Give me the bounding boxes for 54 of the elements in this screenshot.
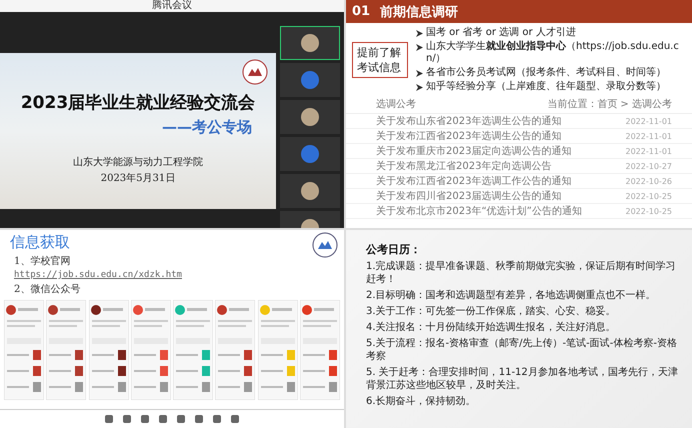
calendar-item: 5.关于流程：报名-资格审查（邮寄/先上传）-笔试-面试-体检考察-资格考察 [366, 337, 678, 363]
list-item-text: 2、微信公众号 [13, 283, 82, 296]
calendar-title: 公考日历： [366, 242, 422, 257]
bullet-text: 山东大学学生就业创业指导中心（https://job.sdu.edu.cn/） [426, 41, 680, 65]
notice-date: 2022-10-26 [626, 176, 672, 186]
notice-date: 2022-11-01 [626, 132, 672, 140]
notice-link[interactable]: 关于发布江西省2023年选调工作公告的通知 [376, 174, 572, 188]
bullet-text: 知乎等经验分享（上岸难度、往年题型、录取分数等） [426, 81, 666, 93]
list-item-text: 1、学校官网 [13, 254, 72, 268]
section-heading: 前期信息调研 [380, 4, 458, 20]
url-link[interactable]: https://job.sdu.edu.cn/xdzk.htm [0, 268, 344, 280]
school-emblem-icon [242, 58, 268, 84]
calendar-item: 6.长期奋斗，保持韧劲。 [366, 395, 477, 408]
notice-date: 2022-10-25 [626, 192, 672, 200]
notice-link[interactable]: 关于发布山东省2023年选调生公告的通知 [376, 114, 562, 128]
slide-date: 2023年5月31日 [100, 172, 176, 184]
avatar-circle [301, 145, 319, 163]
avatar-photo-placeholder [301, 182, 319, 200]
notice-date: 2022-11-01 [626, 116, 672, 126]
calendar-item: 5. 关于赶考：合理安排时间，11-12月参加各地考试，国考先行，天津背景江苏这些地区较早，及时关注。 [366, 366, 679, 392]
avatar-circle [301, 71, 319, 89]
calendar-item: 2.目标明确：国考和选调题型有差异，各地选调侧重点也不一样。 [366, 289, 657, 302]
slide-heading: 信息获取 [10, 233, 70, 252]
calendar-item: 1.完成课题：提早准备课题、秋季前期做完实验，保证后期有时间学习赶考！ [366, 260, 677, 286]
notice-date: 2022-10-25 [626, 206, 672, 216]
bullet-text: 各省市公务员考试网（报考条件、考试科目、时间等） [426, 67, 666, 79]
calendar-item: 4.关注报名：十月份陆续开始选调生报名，关注好消息。 [366, 321, 617, 334]
avatar-photo-placeholder [301, 34, 319, 52]
notice-date: 2022-10-27 [626, 162, 672, 170]
avatar-photo-placeholder [301, 108, 319, 126]
section-number: 01 [352, 4, 370, 19]
breadcrumb: 当前位置：首页 > 选调公考 [547, 98, 672, 111]
notice-link[interactable]: 关于发布北京市2023年“优选计划”公告的通知 [376, 204, 582, 218]
notice-link[interactable]: 关于发布黑龙江省2023年定向选调公告 [376, 159, 552, 173]
list-title: 选调公考 [376, 98, 416, 111]
slide-title: 2023届毕业生就业经验交流会 [20, 92, 256, 114]
participant-tile[interactable] [280, 100, 340, 134]
school-name: 山东大学能源与动力工程学院 [73, 156, 203, 168]
participant-tile[interactable] [280, 174, 340, 208]
notice-link[interactable]: 关于发布重庆市2023届定向选调公告的通知 [376, 144, 572, 158]
arrowhead-bullet-icon [416, 30, 423, 37]
notice-link[interactable]: 关于发布江西省2023年选调生公告的通知 [376, 129, 562, 143]
calendar-item: 3.关于工作：可先签一份工作保底，踏实、心安、稳妥。 [366, 305, 617, 318]
notice-link[interactable]: 关于发布四川省2023届选调生公告的通知 [376, 189, 562, 203]
notice-date: 2022-11-01 [626, 146, 672, 156]
slide-subtitle: ——考公专场 [162, 118, 252, 136]
arrowhead-bullet-icon [416, 44, 423, 51]
callout-box: 提前了解考试信息 [352, 42, 408, 78]
bullet-text: 国考 or 省考 or 选调 or 人才引进 [426, 27, 576, 39]
arrowhead-bullet-icon [416, 84, 423, 91]
arrowhead-bullet-icon [416, 70, 423, 77]
participant-tile[interactable] [280, 137, 340, 171]
participant-tile[interactable] [280, 26, 340, 60]
participant-tile[interactable] [280, 63, 340, 97]
